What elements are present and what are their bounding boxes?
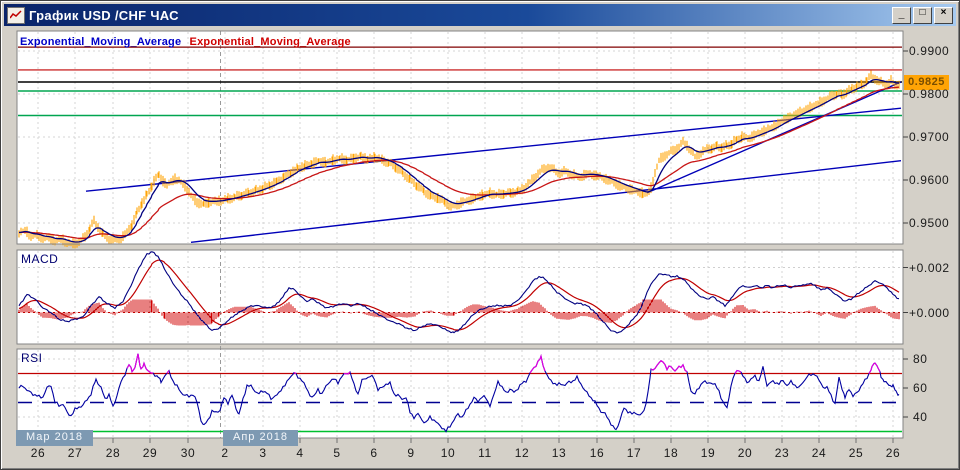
date-axis-label: 9 <box>407 446 415 460</box>
ema-slow-label: Exponential_Moving_Average <box>189 36 351 48</box>
indicator-legend: Exponential_Moving_Average Exponential_M… <box>20 36 351 48</box>
rsi-panel-label: RSI <box>21 351 43 365</box>
date-axis-label: 20 <box>737 446 753 460</box>
date-axis-label: 10 <box>440 446 456 460</box>
price-axis-label: 0.9900 <box>909 44 950 58</box>
date-axis-label: 23 <box>774 446 790 460</box>
date-axis-label: 18 <box>663 446 679 460</box>
date-axis-label: 5 <box>333 446 341 460</box>
price-axis-label: 0.9500 <box>909 216 950 230</box>
date-axis-label: 17 <box>626 446 642 460</box>
macd-axis-label: +0.000 <box>909 306 950 320</box>
date-axis-label: 16 <box>589 446 605 460</box>
price-axis-label: 0.9800 <box>909 87 950 101</box>
month-badge: Мар 2018 <box>16 430 94 446</box>
rsi-axis-label: 80 <box>913 352 928 366</box>
chart-window: График USD /CHF ЧАС _ □ × Exponential_Mo… <box>0 0 960 470</box>
date-axis-label: 24 <box>811 446 827 460</box>
date-axis-label: 25 <box>848 446 864 460</box>
date-axis-label: 2 <box>221 446 229 460</box>
date-axis-label: 6 <box>370 446 378 460</box>
date-axis-label: 30 <box>180 446 196 460</box>
rsi-axis-label: 40 <box>913 410 928 424</box>
date-axis-label: 29 <box>142 446 158 460</box>
date-axis-label: 11 <box>478 446 492 460</box>
date-axis-label: 13 <box>551 446 567 460</box>
date-axis-label: 3 <box>259 446 267 460</box>
price-axis-label: 0.9600 <box>909 173 950 187</box>
date-axis-label: 4 <box>296 446 304 460</box>
chart-content: Exponential_Moving_Average Exponential_M… <box>1 1 959 469</box>
date-axis-label: 26 <box>885 446 901 460</box>
date-axis-label: 28 <box>105 446 121 460</box>
ema-fast-label: Exponential_Moving_Average <box>20 36 182 48</box>
macd-axis-label: +0.002 <box>909 261 950 275</box>
month-badge: Апр 2018 <box>223 430 298 446</box>
chart-canvas[interactable] <box>1 1 960 470</box>
date-axis-label: 19 <box>700 446 716 460</box>
price-axis-label: 0.9700 <box>909 130 950 144</box>
date-axis-label: 27 <box>67 446 83 460</box>
macd-panel-label: MACD <box>21 252 59 266</box>
date-axis-label: 26 <box>30 446 46 460</box>
rsi-axis-label: 60 <box>913 381 928 395</box>
date-axis-label: 12 <box>514 446 530 460</box>
